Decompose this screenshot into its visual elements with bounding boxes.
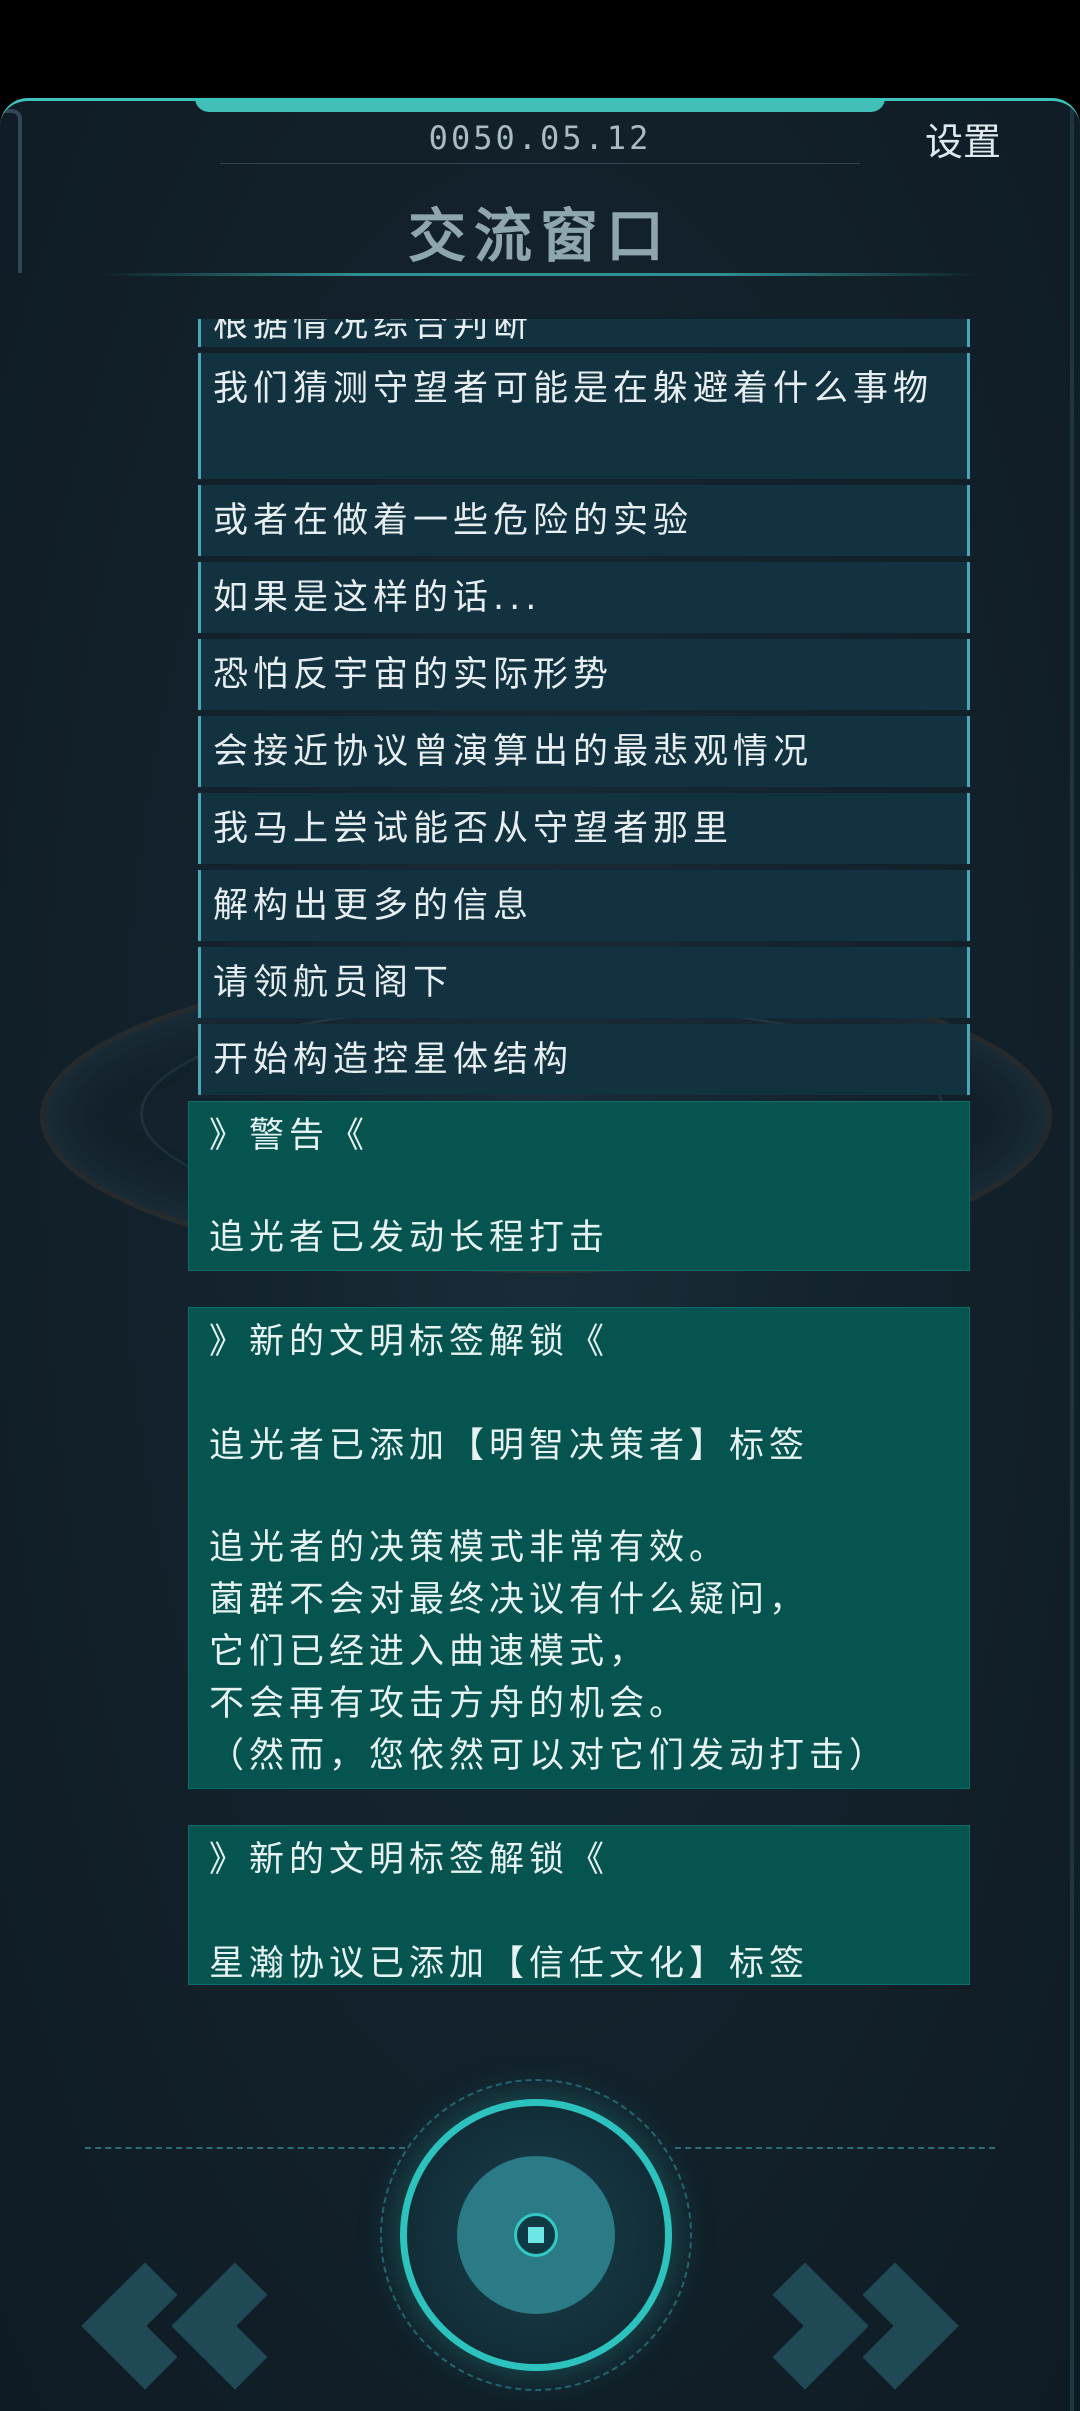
chat-message: 开始构造控星体结构 xyxy=(198,1024,970,1095)
bottom-divider-left xyxy=(85,2147,405,2149)
game-date: 0050.05.12 xyxy=(428,119,652,157)
card-header: 》警告《 xyxy=(209,1116,370,1156)
tag-unlock-card: 》新的文明标签解锁《 追光者已添加【明智决策者】标签 追光者的决策模式非常有效。… xyxy=(188,1307,970,1789)
game-frame: 0050.05.12 设置 交流窗口 根据情况综合判断 我们猜测守望者可能是在躲… xyxy=(0,98,1080,2411)
card-text: 追光者已添加【明智决策者】标签 xyxy=(209,1426,810,1466)
chat-message: 请领航员阁下 xyxy=(198,947,970,1018)
page-title: 交流窗口 xyxy=(407,202,672,270)
chat-message: 如果是这样的话... xyxy=(198,562,970,633)
chat-message: 恐怕反宇宙的实际形势 xyxy=(198,639,970,710)
target-dot-icon xyxy=(514,2213,558,2257)
warning-card: 》警告《 追光者已发动长程打击 xyxy=(188,1101,970,1271)
card-text: 星瀚协议已添加【信任文化】标签 xyxy=(209,1944,810,1984)
bottom-divider-right xyxy=(675,2147,995,2149)
chat-message: 解构出更多的信息 xyxy=(198,870,970,941)
date-divider xyxy=(220,163,860,164)
status-bar xyxy=(0,0,1080,98)
chat-log[interactable]: 根据情况综合判断 我们猜测守望者可能是在躲避着什么事物 或者在做着一些危险的实验… xyxy=(0,319,1080,2131)
chat-message: 或者在做着一些危险的实验 xyxy=(198,485,970,556)
chat-message: 我马上尝试能否从守望者那里 xyxy=(198,793,970,864)
card-text: 追光者的决策模式非常有效。 菌群不会对最终决议有什么疑问， 它们已经进入曲速模式… xyxy=(209,1528,890,1776)
chat-message: 根据情况综合判断 xyxy=(198,319,970,347)
center-target-button[interactable] xyxy=(400,2099,672,2371)
card-text: 追光者已发动长程打击 xyxy=(209,1218,610,1258)
title-divider xyxy=(100,273,980,276)
card-header: 》新的文明标签解锁《 xyxy=(209,1322,610,1362)
chat-message: 会接近协议曾演算出的最悲观情况 xyxy=(198,716,970,787)
tag-unlock-card: 》新的文明标签解锁《 星瀚协议已添加【信任文化】标签 xyxy=(188,1825,970,1985)
center-button-inner xyxy=(457,2156,615,2314)
top-glow-decoration xyxy=(195,101,885,112)
settings-button[interactable]: 设置 xyxy=(925,111,1001,166)
chat-message: 我们猜测守望者可能是在躲避着什么事物 xyxy=(198,353,970,479)
card-header: 》新的文明标签解锁《 xyxy=(209,1840,610,1880)
